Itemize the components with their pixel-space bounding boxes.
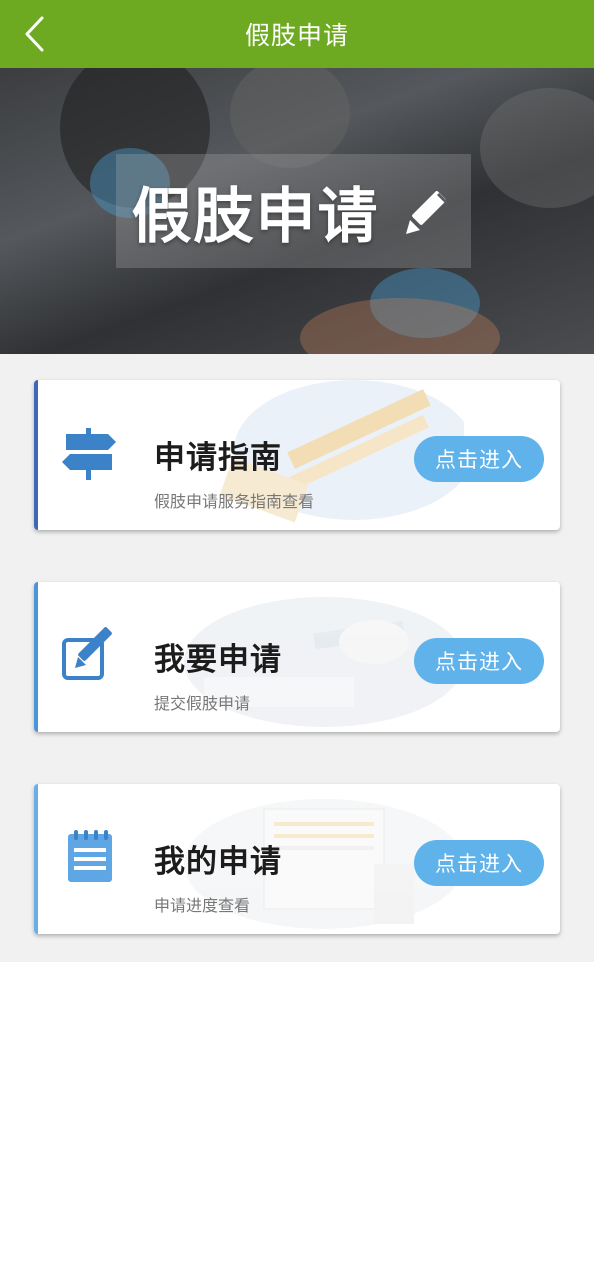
- banner-title-box: 假肢申请: [116, 154, 471, 268]
- chevron-left-icon: [25, 16, 44, 52]
- page-title: 假肢申请: [244, 21, 349, 50]
- card-subtitle: 申请进度查看: [154, 896, 251, 915]
- back-button[interactable]: [20, 14, 50, 54]
- banner-title: 假肢申请: [131, 181, 380, 252]
- navbar: 假肢申请: [0, 0, 594, 68]
- card-title: 我的申请: [154, 844, 282, 880]
- card-title: 我要申请: [154, 642, 282, 678]
- signpost-icon: [62, 428, 116, 480]
- card-subtitle: 假肢申请服务指南查看: [154, 492, 315, 511]
- notepad-icon: [68, 830, 112, 882]
- banner-image: 假肢申请: [0, 68, 594, 354]
- content-area: 申请指南 假肢申请服务指南查看 点击进入 我要申请 提交假肢申请 点击进入 我的…: [0, 354, 594, 962]
- guide-card[interactable]: 申请指南 假肢申请服务指南查看 点击进入: [34, 380, 560, 530]
- card-subtitle: 提交假肢申请: [154, 694, 251, 713]
- card-accent: [34, 582, 38, 732]
- card-accent: [34, 784, 38, 934]
- edit-form-icon: [62, 627, 112, 680]
- apply-card[interactable]: 我要申请 提交假肢申请 点击进入: [34, 582, 560, 732]
- my-applications-card[interactable]: 我的申请 申请进度查看 点击进入: [34, 784, 560, 934]
- card-accent: [34, 380, 38, 530]
- enter-button[interactable]: 点击进入: [414, 638, 544, 684]
- card-title: 申请指南: [154, 440, 282, 476]
- pencil-icon: [405, 191, 447, 234]
- enter-button[interactable]: 点击进入: [414, 840, 544, 886]
- enter-button[interactable]: 点击进入: [414, 436, 544, 482]
